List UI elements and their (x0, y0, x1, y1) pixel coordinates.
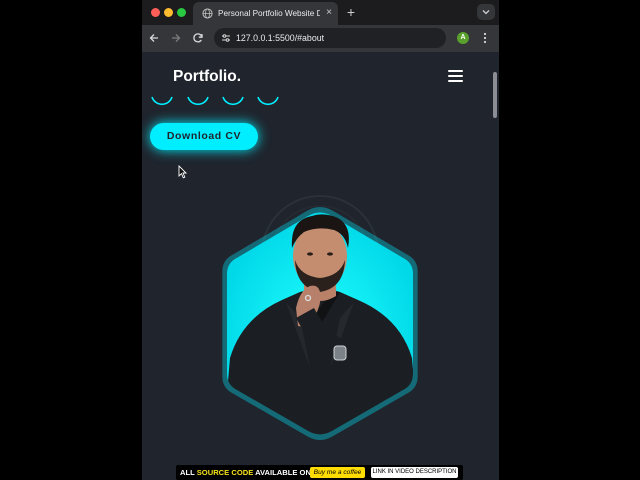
profile-photo (222, 195, 418, 441)
minimize-window-button[interactable] (164, 8, 173, 17)
site-logo[interactable]: Portfolio. (173, 66, 241, 88)
promo-banner: ALL SOURCE CODE AVAILABLE ON Buy me a co… (176, 465, 463, 480)
browser-window: Personal Portfolio Website De × + 127.0.… (142, 0, 499, 480)
back-arrow-icon[interactable] (148, 32, 160, 44)
banner-prefix: ALL (180, 468, 197, 477)
tab-search-button[interactable] (477, 4, 495, 20)
page-viewport: Portfolio. Download CV ALL SOURCE CODE A… (142, 52, 499, 480)
url-text: 127.0.0.1:5500/#about (236, 33, 325, 43)
chevron-down-icon (482, 10, 490, 15)
browser-toolbar: 127.0.0.1:5500/#about A (142, 25, 499, 52)
logo-dot: . (236, 68, 242, 85)
twitter-icon[interactable] (187, 96, 209, 106)
link-in-description-badge: LINK IN VIDEO DESCRIPTION (371, 467, 458, 478)
banner-highlight: SOURCE CODE (196, 468, 254, 477)
new-tab-button[interactable]: + (345, 5, 357, 19)
page-scrollbar[interactable] (493, 72, 497, 118)
logo-text: Portfolio (173, 68, 237, 85)
tab-title: Personal Portfolio Website De (218, 9, 320, 18)
banner-text: ALL SOURCE CODE AVAILABLE ON (180, 467, 311, 478)
forward-arrow-icon[interactable] (170, 32, 182, 44)
address-bar[interactable]: 127.0.0.1:5500/#about (214, 28, 446, 48)
browser-tab[interactable]: Personal Portfolio Website De × (193, 2, 338, 25)
kebab-menu-icon[interactable] (482, 32, 488, 44)
reload-icon[interactable] (192, 32, 204, 44)
tab-bar: Personal Portfolio Website De × + (142, 0, 499, 25)
site-info-icon[interactable] (221, 33, 231, 43)
close-tab-icon[interactable]: × (323, 7, 335, 19)
close-window-button[interactable] (151, 8, 160, 17)
download-cv-button[interactable]: Download CV (150, 123, 258, 150)
linkedin-icon[interactable] (257, 96, 279, 106)
mouse-pointer-icon (178, 165, 187, 179)
banner-suffix: AVAILABLE ON (253, 468, 311, 477)
facebook-icon[interactable] (151, 96, 173, 106)
instagram-icon[interactable] (222, 96, 244, 106)
hamburger-menu-icon[interactable] (448, 70, 463, 82)
profile-avatar[interactable]: A (457, 32, 469, 44)
zoom-window-button[interactable] (177, 8, 186, 17)
globe-icon (202, 8, 213, 19)
buy-me-a-coffee-badge: Buy me a coffee (310, 467, 365, 478)
